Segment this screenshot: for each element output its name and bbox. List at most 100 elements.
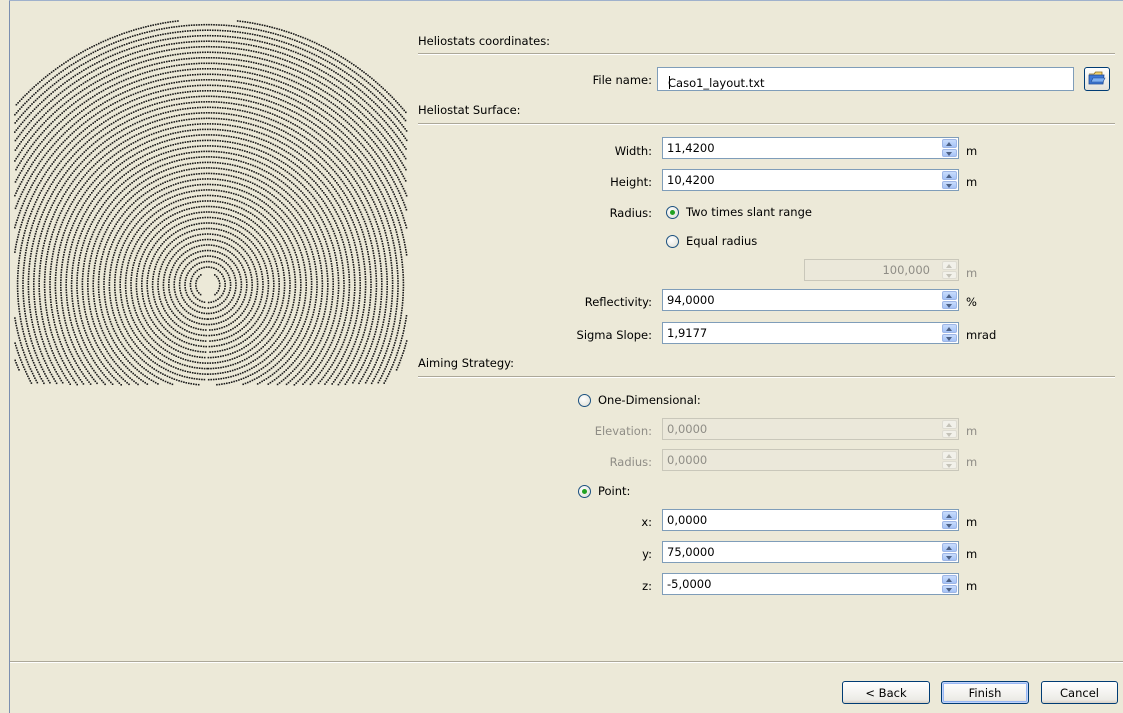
heliostat-dot [293,319,295,321]
heliostat-dot [251,250,253,252]
heliostat-dot [136,231,138,233]
heliostat-dot [289,180,291,182]
heliostat-dot [157,131,160,133]
heliostat-dot [113,314,115,317]
heliostat-dot [294,199,296,202]
heliostat-dot [164,206,166,208]
heliostat-dot [309,376,311,378]
heliostat-dot [86,370,89,373]
heliostat-dot [123,231,125,233]
heliostat-dot [305,287,307,289]
heliostat-dot [241,246,243,249]
heliostat-dot [306,330,308,333]
heliostat-dot [141,290,143,292]
heliostat-dot [320,179,322,182]
heliostat-dot [193,134,195,137]
heliostat-dot [309,367,311,369]
heliostat-dot [276,267,279,270]
heliostat-dot [105,339,108,341]
heliostat-dot [274,321,277,323]
heliostat-dot [272,232,274,235]
heliostat-dot [150,223,152,225]
heliostat-dot [263,188,265,190]
heliostat-dot [83,375,86,377]
heliostat-dot [225,152,228,154]
heliostat-dot [241,166,244,169]
heliostat-dot [146,153,149,155]
heliostat-dot [302,307,305,309]
heliostat-dot [81,283,84,285]
heliostat-dot [200,267,203,269]
heliostat-dot [218,189,220,192]
heliostat-dot [246,337,249,340]
heliostat-dot [299,279,302,281]
heliostat-dot [265,203,267,205]
heliostat-dot [328,377,331,379]
heliostat-dot [73,358,75,360]
heliostat-dot [209,200,212,202]
heliostat-dot [280,307,282,309]
heliostat-dot [338,350,341,353]
heliostat-dot [330,354,332,357]
heliostat-dot [236,236,239,239]
heliostat-dot [193,377,196,380]
heliostat-dot [300,281,302,284]
heliostat-dot [111,259,114,261]
heliostat-dot [105,359,108,362]
heliostat-dot [288,295,291,297]
heliostat-dot [277,295,280,298]
heliostat-dot [254,177,256,180]
heliostat-dot [217,378,220,380]
heliostat-dot [299,319,301,321]
heliostat-dot [178,136,180,139]
heliostat-dot [283,240,285,242]
heliostat-dot [309,265,311,268]
heliostat-dot [169,228,171,231]
heliostat-dot [158,190,161,192]
heliostat-dot [55,328,58,331]
heliostat-dot [215,206,218,208]
heliostat-dot [322,233,324,236]
heliostat-dot [319,339,322,342]
heliostat-dot [121,183,123,185]
heliostat-dot [170,346,173,349]
heliostat-dot [184,329,186,331]
heliostat-dot [177,148,179,150]
heliostat-dot [167,252,170,255]
heliostat-dot [122,354,124,356]
heliostat-dot [298,188,300,191]
heliostat-dot [276,145,279,148]
heliostat-dot [100,260,102,263]
heliostat-dot [251,261,254,263]
heliostat-dot [297,364,299,367]
heliostat-dot [102,178,105,181]
heliostat-dot [108,236,110,239]
heliostat-dot [218,333,220,336]
heliostat-dot [63,314,65,317]
heliostat-dot [248,246,250,248]
heliostat-dot [165,231,167,234]
heliostat-dot [95,257,97,259]
heliostat-dot [227,303,230,305]
heliostat-dot [121,175,123,178]
heliostat-dot [303,365,306,368]
heliostat-dot [192,314,194,317]
heliostat-dot [309,176,312,179]
heliostat-dot [150,231,152,233]
heliostat-dot [141,174,144,177]
heliostat-dot [83,303,85,306]
heliostat-dot [183,215,186,217]
heliostat-dot [239,273,241,276]
heliostat-dot [305,284,307,286]
heliostat-dot [269,213,272,216]
heliostat-dot [317,315,319,318]
heliostat-dot [205,329,207,331]
heliostat-dot [221,273,223,275]
heliostat-dot [203,150,205,153]
heliostat-dot [207,301,210,304]
heliostat-dot [181,375,183,377]
heliostat-dot [151,260,153,262]
heliostat-dot [286,375,289,378]
heliostat-dot [210,172,213,175]
heliostat-dot [342,292,345,295]
